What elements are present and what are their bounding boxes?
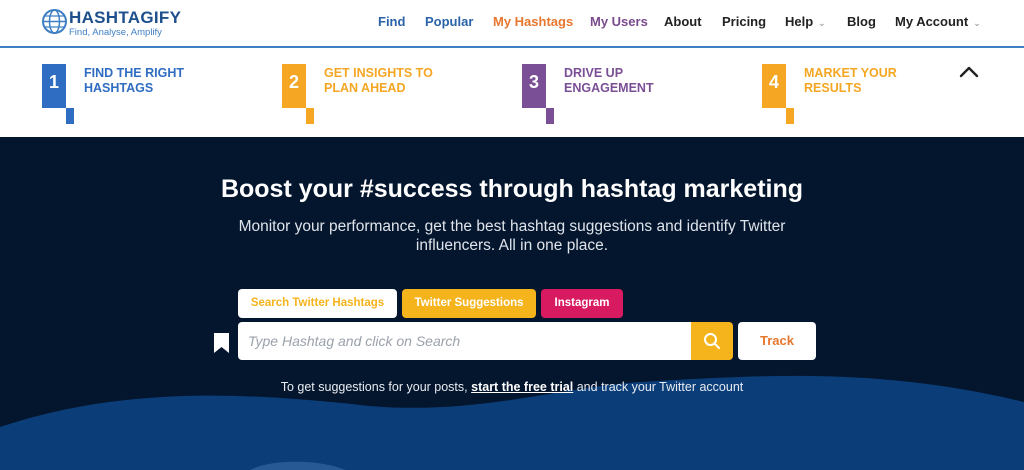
step-4-label: Market your results — [804, 66, 897, 96]
nav-item-popular[interactable]: Popular — [425, 0, 473, 44]
nav-label: My Hashtags — [493, 14, 574, 29]
step-1: 1 Find the right hashtags — [42, 64, 242, 124]
step-3-line-2: engagement — [564, 81, 654, 95]
bookmark-icon[interactable] — [213, 332, 230, 354]
step-2-number: 2 — [288, 72, 299, 92]
chevron-down-icon: ⌄ — [973, 17, 981, 28]
hashtagify-logo[interactable]: HASHTAGIFY Find, Analyse, Amplify — [42, 9, 181, 39]
nav-label: My Account — [895, 14, 969, 29]
nav-item-find[interactable]: Find — [378, 0, 405, 44]
nav-label: About — [664, 14, 702, 29]
nav-item-blog[interactable]: Blog — [847, 0, 876, 44]
brand-tagline: Find, Analyse, Amplify — [69, 27, 162, 38]
start-free-trial-link[interactable]: start the free trial — [471, 380, 573, 394]
step-4-number: 4 — [768, 72, 779, 92]
nav-label: Find — [378, 14, 406, 29]
tab-instagram[interactable]: Instagram — [541, 289, 623, 318]
nav-item-my-account[interactable]: My Account ⌄ — [895, 0, 981, 44]
nav-item-help[interactable]: Help ⌄ — [785, 0, 826, 44]
step-3-line-1: Drive up — [564, 66, 624, 80]
track-button[interactable]: Track — [738, 322, 816, 360]
nav-item-my-users[interactable]: My Users — [590, 0, 648, 44]
top-header: HASHTAGIFY Find, Analyse, Amplify Find Po… — [0, 0, 1024, 48]
trial-note: To get suggestions for your posts, start… — [0, 380, 1024, 394]
step-4: 4 Market your results — [762, 64, 962, 124]
step-4-line-2: results — [804, 81, 862, 95]
trial-note-after: and track your Twitter account — [576, 380, 744, 394]
search-icon — [704, 333, 720, 349]
step-3-label: Drive up engagement — [564, 66, 654, 96]
step-1-line-1: Find the right — [84, 66, 184, 80]
tab-twitter-suggestions[interactable]: Twitter Suggestions — [402, 289, 536, 318]
tab-search-twitter-hashtags[interactable]: Search Twitter Hashtags — [238, 289, 397, 318]
step-2: 2 Get insights to plan ahead — [282, 64, 482, 124]
trial-note-before: To get suggestions for your posts, — [280, 380, 468, 394]
steps-strip: 1 Find the right hashtags 2 Get insights… — [0, 50, 1024, 137]
step-3: 3 Drive up engagement — [522, 64, 722, 124]
brand-name: HASHTAGIFY — [69, 8, 182, 27]
chevron-up-icon[interactable] — [958, 64, 980, 80]
step-1-label: Find the right hashtags — [84, 66, 184, 96]
step-1-line-2: hashtags — [84, 81, 154, 95]
step-2-line-1: Get insights to — [324, 66, 433, 80]
chevron-down-icon: ⌄ — [818, 17, 826, 28]
step-1-number: 1 — [48, 72, 59, 92]
hero-section: Boost your #success through hashtag mark… — [0, 137, 1024, 470]
step-4-line-1: Market your — [804, 66, 897, 80]
hashtag-search-input[interactable] — [238, 322, 691, 360]
step-2-line-2: plan ahead — [324, 81, 406, 95]
hero-title: Boost your #success through hashtag mark… — [220, 175, 804, 203]
nav-label: Blog — [847, 14, 876, 29]
nav-item-my-hashtags[interactable]: My Hashtags — [493, 0, 573, 44]
nav-item-pricing[interactable]: Pricing — [722, 0, 766, 44]
nav-label: My Users — [590, 14, 648, 29]
step-3-number: 3 — [528, 72, 539, 92]
step-2-label: Get insights to plan ahead — [324, 66, 433, 96]
search-button[interactable] — [691, 322, 733, 360]
globe-hash-icon — [42, 9, 67, 34]
nav-item-about[interactable]: About — [664, 0, 702, 44]
nav-label: Popular — [425, 14, 474, 29]
nav-label: Help — [785, 14, 814, 29]
hero-subtitle: Monitor your performance, get the best h… — [238, 218, 786, 254]
nav-label: Pricing — [722, 14, 767, 29]
